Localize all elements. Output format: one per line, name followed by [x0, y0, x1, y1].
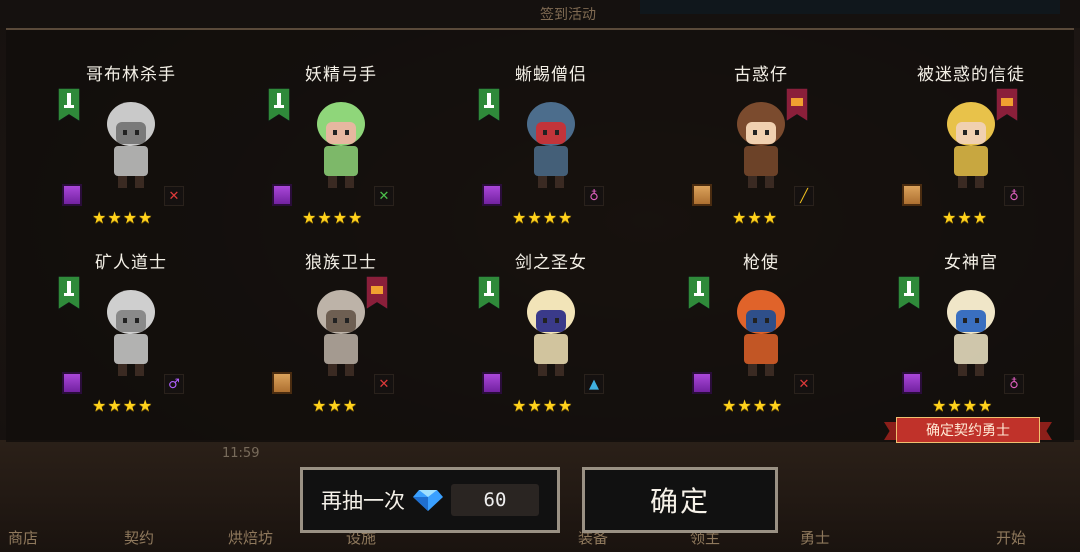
hero-sprite: [302, 282, 380, 382]
knight-class-banner-icon: [897, 275, 921, 312]
nav-start[interactable]: 开始: [996, 527, 1026, 548]
staff-weapon-icon: ♁: [584, 186, 604, 206]
hero-sprite: [722, 94, 800, 194]
hero-card[interactable]: 狼族卫士 ✕ ★★★: [236, 248, 446, 428]
contract-ribbon-label: 确定契约勇士: [896, 417, 1040, 443]
hero-star-rating: ★★★★: [92, 396, 154, 415]
hero-sprite: [92, 94, 170, 194]
hero-sprite: [722, 282, 800, 382]
hero-name: 狼族卫士: [305, 253, 377, 273]
hero-sprite: [932, 94, 1010, 194]
wand-weapon-icon: ♂: [164, 374, 184, 394]
hero-star-rating: ★★★★: [932, 396, 994, 415]
sword-weapon-icon: ✕: [374, 374, 394, 394]
knight-class-banner-icon: [477, 275, 501, 312]
knight-class-banner-icon: [687, 275, 711, 312]
hero-sprite: [92, 282, 170, 382]
knight-class-banner-icon: [477, 87, 501, 124]
hero-card[interactable]: 剑之圣女 ▲ ★★★★: [446, 248, 656, 428]
nav-bakery[interactable]: 烘焙坊: [228, 527, 273, 548]
hero-name: 矿人道士: [95, 253, 167, 273]
hero-star-rating: ★★★★: [512, 396, 574, 415]
nav-heroes[interactable]: 勇士: [800, 527, 830, 548]
hero-name: 枪使: [743, 253, 779, 273]
hero-star-rating: ★★★★: [302, 208, 364, 227]
nav-shop[interactable]: 商店: [8, 527, 38, 548]
knight-class-banner-icon: [57, 275, 81, 312]
nav-timer: 11:59: [222, 446, 260, 461]
contract-ribbon[interactable]: 确定契约勇士: [884, 414, 1052, 444]
hero-sprite: [512, 282, 590, 382]
purple-rarity-scroll-icon: [272, 184, 292, 206]
tan-rarity-scroll-icon: [692, 184, 712, 206]
hero-card[interactable]: 女神官 ♁ ★★★★: [866, 248, 1076, 428]
hero-card[interactable]: 矿人道士 ♂ ★★★★: [26, 248, 236, 428]
hammer-weapon-icon: ▲: [584, 374, 604, 394]
tan-rarity-scroll-icon: [902, 184, 922, 206]
hero-star-rating: ★★★: [312, 396, 359, 415]
hero-star-rating: ★★★: [942, 208, 989, 227]
hero-sprite: [932, 282, 1010, 382]
hero-sprite: [302, 94, 380, 194]
hero-star-rating: ★★★: [732, 208, 779, 227]
staff-weapon-icon: ♁: [1004, 374, 1024, 394]
hero-name: 女神官: [944, 253, 998, 273]
ribbon-tail-right: [1038, 422, 1052, 440]
hero-name: 被迷惑的信徒: [917, 65, 1025, 85]
purple-rarity-scroll-icon: [692, 372, 712, 394]
confirm-button[interactable]: 确定: [582, 467, 778, 533]
purple-rarity-scroll-icon: [62, 184, 82, 206]
hero-name: 妖精弓手: [305, 65, 377, 85]
hero-sprite: [512, 94, 590, 194]
redraw-button[interactable]: 再抽一次 60: [300, 467, 560, 533]
hero-card[interactable]: 被迷惑的信徒 ♁ ★★★: [866, 60, 1076, 240]
purple-rarity-scroll-icon: [482, 372, 502, 394]
purple-rarity-scroll-icon: [482, 184, 502, 206]
knight-class-banner-icon: [57, 87, 81, 124]
hero-name: 古惑仔: [734, 65, 788, 85]
sword-weapon-icon: ✕: [164, 186, 184, 206]
redraw-label: 再抽一次: [321, 489, 405, 513]
hero-card[interactable]: 蜥蜴僧侣 ♁ ★★★★: [446, 60, 656, 240]
staff-weapon-icon: ♁: [1004, 186, 1024, 206]
redraw-cost: 60: [451, 484, 539, 516]
hero-name: 蜥蜴僧侣: [515, 65, 587, 85]
hero-card[interactable]: 妖精弓手 ✕ ★★★★: [236, 60, 446, 240]
hero-star-rating: ★★★★: [512, 208, 574, 227]
top-resource-bar: [640, 0, 1060, 14]
hero-card[interactable]: 哥布林杀手 ✕ ★★★★: [26, 60, 236, 240]
hero-card[interactable]: 枪使 ✕ ★★★★: [656, 248, 866, 428]
hero-card[interactable]: 古惑仔 ╱ ★★★: [656, 60, 866, 240]
hero-star-rating: ★★★★: [92, 208, 154, 227]
purple-rarity-scroll-icon: [62, 372, 82, 394]
tan-rarity-scroll-icon: [272, 372, 292, 394]
knife-weapon-icon: ╱: [794, 186, 814, 206]
event-title: 签到活动: [540, 7, 596, 23]
nav-contract[interactable]: 契约: [124, 527, 154, 548]
knight-class-banner-icon: [267, 87, 291, 124]
hero-name: 剑之圣女: [515, 253, 587, 273]
bow-weapon-icon: ✕: [374, 186, 394, 206]
sword-weapon-icon: ✕: [794, 374, 814, 394]
purple-rarity-scroll-icon: [902, 372, 922, 394]
hero-star-rating: ★★★★: [722, 396, 784, 415]
gem-icon: [413, 490, 443, 511]
hero-name: 哥布林杀手: [86, 65, 176, 85]
